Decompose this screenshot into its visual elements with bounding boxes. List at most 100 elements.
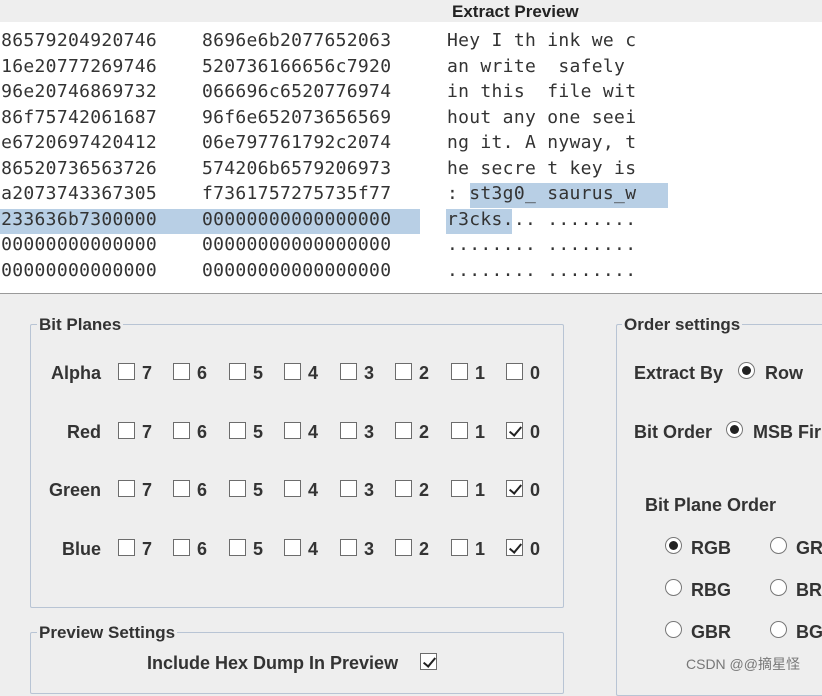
preview-hex-col2: 00000000000000000	[202, 260, 392, 281]
bit-checkbox-alpha-3[interactable]	[340, 363, 357, 380]
bit-checkbox-alpha-5[interactable]	[229, 363, 246, 380]
bit-label: 3	[364, 480, 375, 500]
include-hex-dump-checkbox[interactable]	[420, 653, 437, 670]
preview-hex-col1: 3a2073743367305	[0, 183, 158, 204]
preview-settings-title: Preview Settings	[37, 623, 178, 643]
bit-checkbox-red-7[interactable]	[118, 422, 135, 439]
preview-hex-col1: 6e6720697420412	[0, 132, 158, 153]
bit-label: 7	[142, 422, 153, 442]
order-settings-title: Order settings	[622, 315, 743, 335]
bit-checkbox-green-2[interactable]	[395, 480, 412, 497]
preview-hex-col2: 06e797761792c2074	[202, 132, 392, 153]
bit-checkbox-red-5[interactable]	[229, 422, 246, 439]
bit-checkbox-red-6[interactable]	[173, 422, 190, 439]
preview-ascii-text: : st3g0_ saurus_w	[447, 183, 637, 204]
bit-checkbox-green-6[interactable]	[173, 480, 190, 497]
bit-order-label: Bit Order	[634, 422, 713, 442]
preview-hex-col2: 574206b6579206973	[202, 158, 392, 179]
bit-checkbox-green-7[interactable]	[118, 480, 135, 497]
bit-checkbox-green-5[interactable]	[229, 480, 246, 497]
preview-hex-col2: 520736166656c7920	[202, 56, 392, 77]
bit-order-msb-label: MSB Fir	[753, 422, 822, 442]
bit-checkbox-red-1[interactable]	[451, 422, 468, 439]
extract-preview-area[interactable]: 486579204920746 8696e6b2077652063 Hey I th…	[0, 22, 822, 294]
bit-label: 0	[530, 363, 541, 383]
bit-label: 1	[475, 480, 486, 500]
bit-checkbox-red-3[interactable]	[340, 422, 357, 439]
bit-label: 7	[142, 480, 153, 500]
selection-highlight-gap	[420, 209, 446, 234]
bit-label: 2	[419, 422, 430, 442]
bit-plane-row-label: Red	[66, 422, 101, 442]
bit-label: 6	[197, 480, 208, 500]
bit-checkbox-green-0[interactable]	[506, 480, 523, 497]
plane-order-label: BR	[796, 580, 822, 600]
bit-planes-title: Bit Planes	[37, 315, 124, 335]
bit-checkbox-alpha-6[interactable]	[173, 363, 190, 380]
bit-label: 0	[530, 539, 541, 559]
plane-order-radio-rbg[interactable]	[665, 579, 682, 596]
bit-label: 1	[475, 422, 486, 442]
bit-checkbox-red-0[interactable]	[506, 422, 523, 439]
plane-order-radio-gbr[interactable]	[665, 621, 682, 638]
plane-order-label: GBR	[691, 622, 731, 642]
plane-order-label: RBG	[691, 580, 731, 600]
bit-checkbox-blue-6[interactable]	[173, 539, 190, 556]
preview-ascii-text: he secre t key is	[447, 158, 637, 179]
bit-checkbox-blue-4[interactable]	[284, 539, 301, 556]
plane-order-label: RGB	[691, 538, 731, 558]
bit-checkbox-blue-0[interactable]	[506, 539, 523, 556]
bit-label: 1	[475, 539, 486, 559]
bit-label: 3	[364, 539, 375, 559]
preview-ascii-text: ........ ........	[447, 234, 637, 255]
bit-label: 7	[142, 363, 153, 383]
bit-label: 6	[197, 539, 208, 559]
plane-order-label: GR	[796, 538, 822, 558]
preview-hex-col2: 00000000000000000	[202, 234, 392, 255]
preview-hex-col1: 686520736563726	[0, 158, 158, 179]
bit-label: 6	[197, 363, 208, 383]
bit-label: 4	[308, 422, 319, 442]
bit-label: 4	[308, 539, 319, 559]
preview-ascii-text: r3cks... ........	[447, 209, 637, 230]
preview-hex-col2: 00000000000000000	[202, 209, 392, 230]
bit-checkbox-alpha-2[interactable]	[395, 363, 412, 380]
bit-checkbox-red-2[interactable]	[395, 422, 412, 439]
bit-checkbox-green-3[interactable]	[340, 480, 357, 497]
bit-checkbox-blue-7[interactable]	[118, 539, 135, 556]
preview-hex-col1: 000000000000000	[0, 234, 158, 255]
preview-hex-col2: 96f6e652073656569	[202, 107, 392, 128]
preview-ascii-text: ng it. A nyway, t	[447, 132, 637, 153]
bit-label: 2	[419, 363, 430, 383]
preview-hex-col1: 7233636b7300000	[0, 209, 158, 230]
bit-order-msb-radio[interactable]	[726, 421, 743, 438]
bit-checkbox-red-4[interactable]	[284, 422, 301, 439]
plane-order-radio-br[interactable]	[770, 579, 787, 596]
plane-order-radio-rgb[interactable]	[665, 537, 682, 554]
plane-order-radio-bg[interactable]	[770, 621, 787, 638]
preview-hex-col2: 066696c6520776974	[202, 81, 392, 102]
bit-checkbox-alpha-1[interactable]	[451, 363, 468, 380]
bit-checkbox-blue-5[interactable]	[229, 539, 246, 556]
extract-by-row-label: Row	[765, 363, 803, 383]
preview-ascii-text: ........ ........	[447, 260, 637, 281]
bit-checkbox-alpha-0[interactable]	[506, 363, 523, 380]
bit-checkbox-blue-1[interactable]	[451, 539, 468, 556]
bit-checkbox-green-4[interactable]	[284, 480, 301, 497]
bit-checkbox-alpha-7[interactable]	[118, 363, 135, 380]
bit-checkbox-blue-3[interactable]	[340, 539, 357, 556]
window-title: Extract Preview	[452, 2, 579, 21]
plane-order-radio-gr[interactable]	[770, 537, 787, 554]
bit-checkbox-blue-2[interactable]	[395, 539, 412, 556]
bit-label: 5	[253, 480, 264, 500]
bit-plane-row-label: Blue	[61, 539, 101, 559]
extract-by-row-radio[interactable]	[738, 362, 755, 379]
extract-by-label: Extract By	[634, 363, 724, 383]
preview-hex-col1: 000000000000000	[0, 260, 158, 281]
preview-hex-col2: f7361757275735f77	[202, 183, 392, 204]
preview-ascii-text: Hey I th ink we c	[447, 30, 637, 51]
title-bar: Extract Preview	[0, 0, 822, 22]
preview-ascii-text: in this file wit	[447, 81, 637, 102]
bit-checkbox-alpha-4[interactable]	[284, 363, 301, 380]
bit-checkbox-green-1[interactable]	[451, 480, 468, 497]
